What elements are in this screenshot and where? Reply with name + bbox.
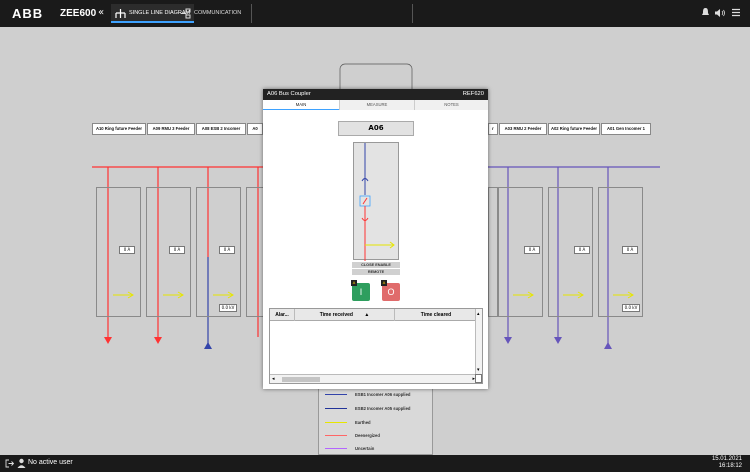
current-time: 16:18:12 xyxy=(718,463,742,469)
feeder-label[interactable]: A01 Gen Incomer 1 xyxy=(601,123,651,135)
feeder-label[interactable]: A08 ESB 2 Incomer xyxy=(196,123,246,135)
close-enable-indicator: CLOSE ENABLE xyxy=(352,262,400,268)
bay-a07[interactable] xyxy=(246,187,264,317)
scroll-down-icon[interactable]: ▾ xyxy=(477,368,480,373)
date-time: 15.01.2021 16:18:12 xyxy=(712,456,742,470)
product-name: ZEE600 xyxy=(60,8,97,19)
bay-dialog: A06 Bus Coupler REF620 MAIN MEASURE NOTE… xyxy=(263,89,488,389)
column-alarm[interactable]: Alar... xyxy=(270,309,295,321)
lock-icon: A xyxy=(351,280,357,286)
single-line-diagram-icon xyxy=(115,9,126,18)
feeder-label[interactable]: A10 Ring future Feeder xyxy=(92,123,146,135)
tab-main[interactable]: MAIN xyxy=(263,100,339,110)
current-date: 15.01.2021 xyxy=(711,456,742,462)
breaker-schematic xyxy=(359,143,395,261)
status-bar: No active user 15.01.2021 16:18:12 xyxy=(0,455,750,472)
speaker-icon[interactable] xyxy=(714,8,726,18)
alarm-table: Alar... Time received ▲ Time cleared ▴ ▾… xyxy=(269,308,483,384)
legend-item: ESB2 Incomer A05 supplied xyxy=(325,406,410,411)
scroll-thumb[interactable] xyxy=(282,377,320,382)
voltage-readout: 0.0 kV xyxy=(622,304,640,312)
vertical-scrollbar[interactable]: ▴ ▾ xyxy=(475,309,482,375)
bay-a04[interactable] xyxy=(488,187,498,317)
legend-item: ESB1 Incomer A06 supplied xyxy=(325,392,410,397)
feeder-label[interactable]: A02 Ring future Feeder xyxy=(548,123,600,135)
scroll-up-icon[interactable]: ▴ xyxy=(477,312,480,317)
top-bar: ABB ZEE600 « SINGLE LINE DIAGRAM COMMUNI… xyxy=(0,0,750,27)
current-readout: 0 A xyxy=(622,246,638,254)
voltage-readout: 0.0 kV xyxy=(219,304,237,312)
sort-ascending-icon: ▲ xyxy=(364,312,370,318)
scroll-left-icon[interactable]: ◂ xyxy=(272,376,275,383)
alarm-table-header: Alar... Time received ▲ Time cleared xyxy=(270,309,477,321)
tab-communication[interactable]: COMMUNICATION xyxy=(176,4,245,23)
user-icon xyxy=(17,458,26,468)
dialog-title: A06 Bus Coupler xyxy=(267,91,311,97)
lock-icon: A xyxy=(381,280,387,286)
menu-icon[interactable] xyxy=(731,8,741,17)
current-readout: 0 A xyxy=(524,246,540,254)
dialog-header: A06 Bus Coupler REF620 xyxy=(263,89,488,100)
open-button-label: O xyxy=(387,287,395,297)
collapse-icon[interactable]: « xyxy=(98,7,104,18)
current-readout: 0 A xyxy=(169,246,185,254)
close-breaker-button[interactable]: A I xyxy=(351,280,370,301)
dialog-tabs: MAIN MEASURE NOTES xyxy=(263,100,488,110)
tab-label: COMMUNICATION xyxy=(194,10,242,16)
abb-logo: ABB xyxy=(12,6,44,21)
bell-icon[interactable] xyxy=(701,7,710,18)
feeder-label[interactable]: A0 xyxy=(247,123,263,135)
device-model: REF620 xyxy=(462,91,484,97)
open-breaker-button[interactable]: A O xyxy=(381,280,400,301)
remote-indicator: REMOTE xyxy=(352,269,400,275)
feeder-label[interactable]: r xyxy=(488,123,498,135)
feeder-label[interactable]: A09 RMU 3 Feeder xyxy=(147,123,195,135)
legend-item: Deenergized xyxy=(325,433,380,438)
current-user: No active user xyxy=(28,459,73,466)
current-readout: 0 A xyxy=(574,246,590,254)
column-time-received[interactable]: Time received ▲ xyxy=(295,309,395,321)
legend-item: Earthed xyxy=(325,420,371,425)
communication-icon xyxy=(181,8,191,19)
feeder-label[interactable]: A03 RMU 2 Feeder xyxy=(499,123,547,135)
tab-notes[interactable]: NOTES xyxy=(414,100,488,110)
logout-icon[interactable] xyxy=(5,459,14,468)
column-time-cleared[interactable]: Time cleared xyxy=(395,309,477,321)
legend: ESB1 Incomer A06 supplied ESB2 Incomer A… xyxy=(318,386,433,455)
close-button-label: I xyxy=(359,287,363,297)
tab-measure[interactable]: MEASURE xyxy=(339,100,414,110)
horizontal-scrollbar[interactable]: ◂ ▸ xyxy=(270,374,477,383)
device-name: A06 xyxy=(338,121,414,136)
current-readout: 0 A xyxy=(219,246,235,254)
legend-item: Uncertain xyxy=(325,446,374,451)
bay-schematic xyxy=(353,142,399,261)
resize-corner[interactable] xyxy=(475,374,482,383)
current-readout: 0 A xyxy=(119,246,135,254)
